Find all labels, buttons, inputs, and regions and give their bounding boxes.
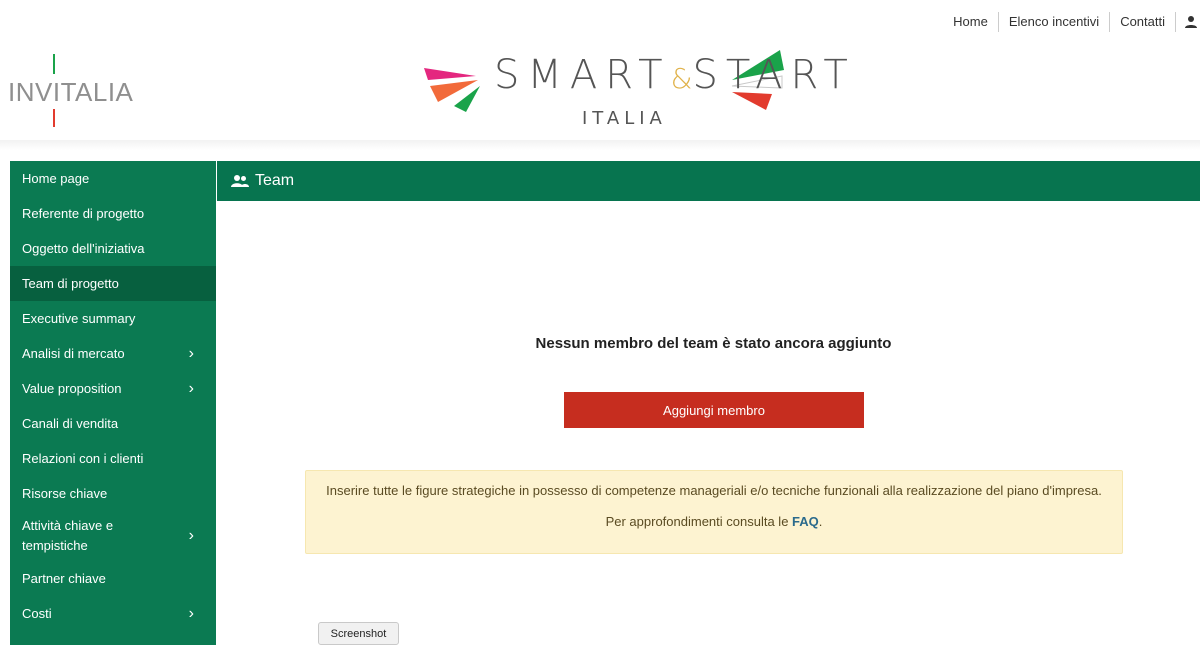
info-faq-suffix: . <box>818 514 823 529</box>
sidebar-item-customer-relations[interactable]: Relazioni con i clienti <box>10 441 216 476</box>
team-icon <box>231 175 249 187</box>
site-header: INVITALIA SMART&START ITALIA <box>0 0 1200 140</box>
sidebar-item-label: Relazioni con i clienti <box>22 451 144 466</box>
smart-start-subtitle: ITALIA <box>582 108 667 129</box>
sidebar-item-label: Team di progetto <box>22 276 119 291</box>
sidebar-item-project-referent[interactable]: Referente di progetto <box>10 196 216 231</box>
sidebar-item-label: Home page <box>22 171 90 186</box>
sidebar-item-project-team[interactable]: Team di progetto <box>10 266 216 301</box>
sidebar-item-label: Analisi di mercato <box>22 346 125 361</box>
chevron-right-icon: › <box>188 604 194 622</box>
invitalia-logo[interactable]: INVITALIA <box>8 54 133 128</box>
info-alert: Inserire tutte le figure strategiche in … <box>305 470 1123 554</box>
sidebar-item-label: Executive summary <box>22 311 136 326</box>
sidebar-item-costs[interactable]: Costi › <box>10 596 216 631</box>
sidebar-menu: Home page Referente di progetto Oggetto … <box>10 161 216 645</box>
invitalia-logo-text: INVITALIA <box>8 77 134 107</box>
sidebar-item-key-activities[interactable]: Attività chiave e tempistiche › <box>10 511 216 561</box>
panel-title: Team <box>255 172 295 189</box>
sidebar-item-key-partners[interactable]: Partner chiave <box>10 561 216 596</box>
sidebar-item-key-resources[interactable]: Risorse chiave <box>10 476 216 511</box>
smart-start-wordmark: SMART&START <box>494 52 856 98</box>
sidebar-item-label: Partner chiave <box>22 571 106 586</box>
logo-red-bar <box>53 109 55 127</box>
smart-start-logo[interactable]: SMART&START ITALIA <box>420 46 848 136</box>
sidebar-item-home-page[interactable]: Home page <box>10 161 216 196</box>
sidebar-item-label: Canali di vendita <box>22 416 119 431</box>
sidebar-item-value-proposition[interactable]: Value proposition › <box>10 371 216 406</box>
logo-green-bar <box>53 54 55 74</box>
sidebar-item-market-analysis[interactable]: Analisi di mercato › <box>10 336 216 371</box>
chevron-right-icon: › <box>188 527 194 544</box>
sidebar-item-label: Oggetto dell'iniziativa <box>22 241 145 256</box>
info-text: Inserire tutte le figure strategiche in … <box>326 483 1102 498</box>
header-divider <box>0 140 1200 150</box>
sidebar-item-label: Value proposition <box>22 381 122 396</box>
sidebar-item-label: Referente di progetto <box>22 206 145 221</box>
info-faq-prefix: Per approfondimenti consulta le <box>605 514 793 529</box>
sidebar-item-executive-summary[interactable]: Executive summary <box>10 301 216 336</box>
panel-header: Team <box>217 161 1200 201</box>
sidebar-item-initiative-object[interactable]: Oggetto dell'iniziativa <box>10 231 216 266</box>
add-member-button[interactable]: Aggiungi membro <box>564 392 864 428</box>
sidebar-item-sales-channels[interactable]: Canali di vendita <box>10 406 216 441</box>
faq-link[interactable]: FAQ <box>792 514 819 529</box>
info-faq-line: Per approfondimenti consulta le FAQ. <box>306 514 1122 529</box>
sidebar-item-label: Attività chiave e tempistiche <box>22 518 114 553</box>
chevron-right-icon: › <box>188 344 194 362</box>
screenshot-button[interactable]: Screenshot <box>318 622 399 645</box>
sidebar-item-label: Costi <box>22 606 52 621</box>
chevron-right-icon: › <box>188 379 194 397</box>
empty-team-message: Nessun membro del team è stato ancora ag… <box>535 335 892 352</box>
sidebar-item-label: Risorse chiave <box>22 486 108 501</box>
